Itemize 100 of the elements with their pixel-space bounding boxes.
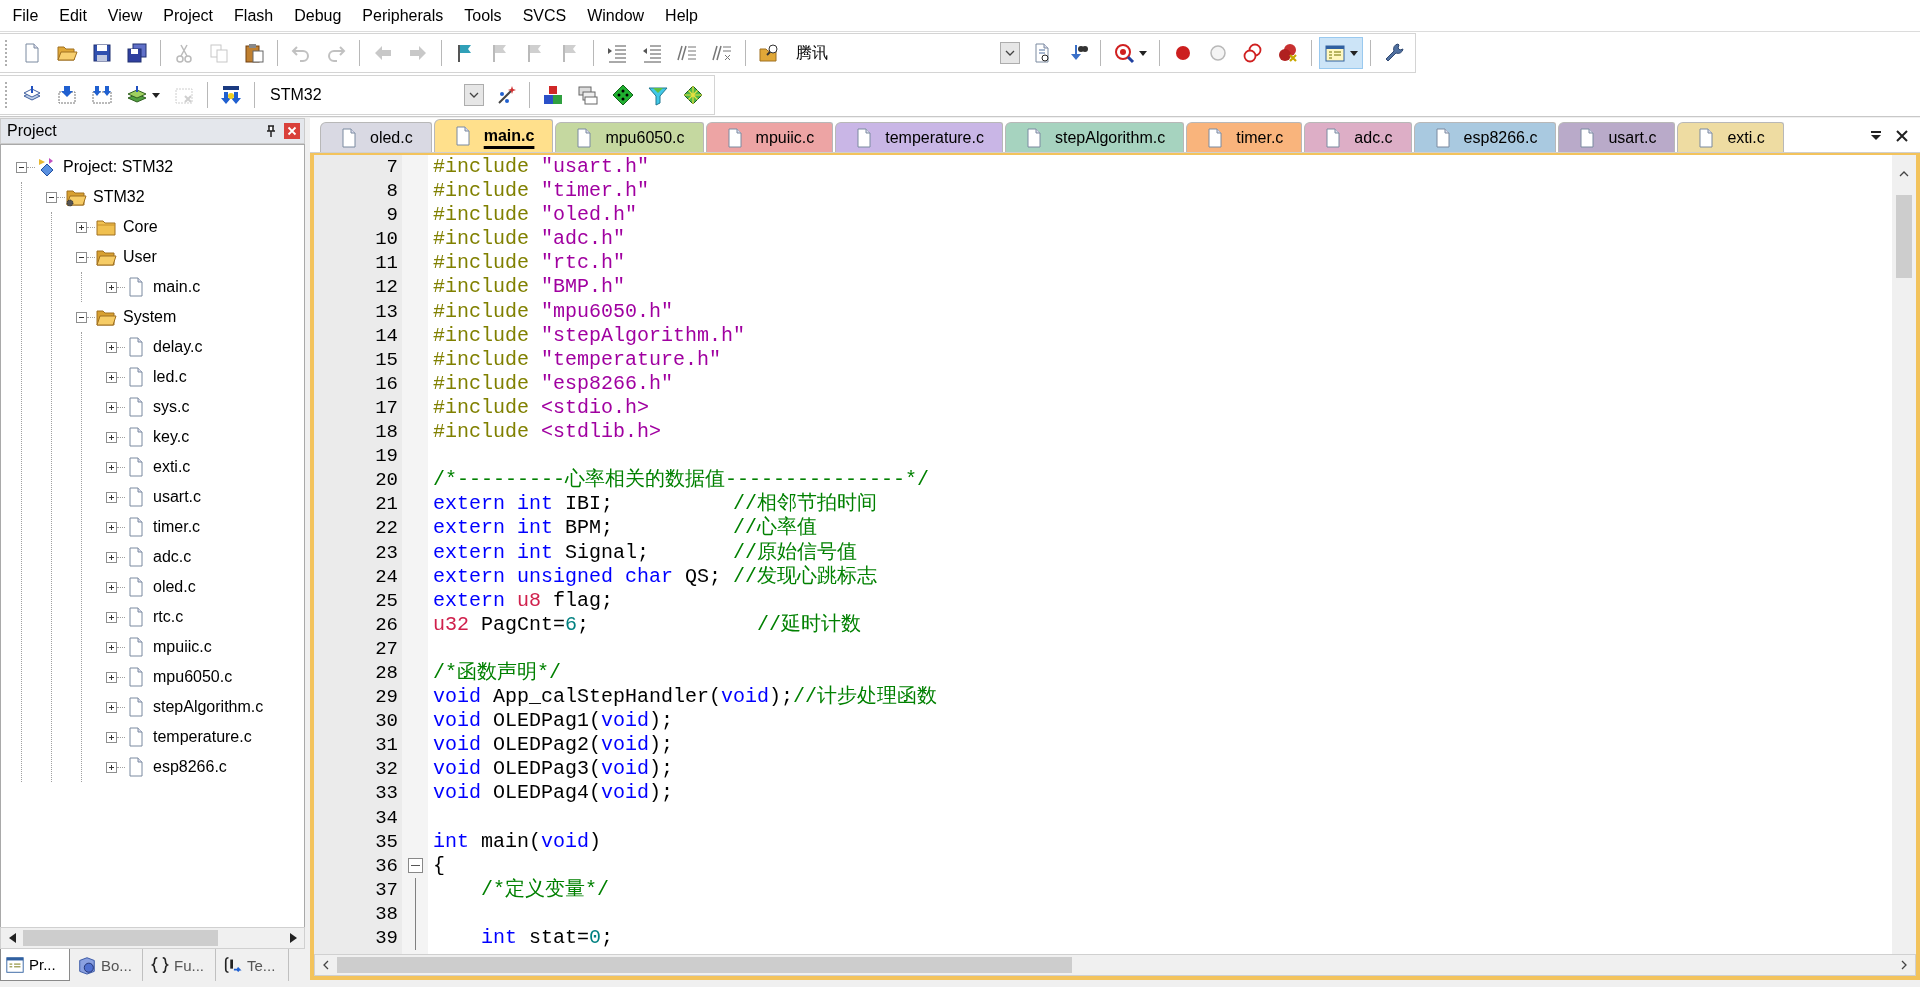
file-icon — [1433, 127, 1452, 148]
line-number: 14 — [374, 323, 399, 348]
panel-tab[interactable]: Te... — [219, 949, 289, 981]
tree-item[interactable]: esp8266.c — [153, 758, 227, 776]
tab-list-icon[interactable] — [1870, 131, 1882, 141]
right-arrow-icon[interactable] — [289, 933, 297, 943]
collapse-toggle[interactable] — [76, 311, 87, 323]
tree-item[interactable]: delay.c — [153, 338, 203, 356]
code-line: extern u8 flag; — [433, 588, 614, 613]
tree-item[interactable]: System — [123, 308, 177, 326]
file-icon — [1578, 127, 1597, 148]
menu-item[interactable]: Project — [152, 4, 224, 27]
expand-toggle[interactable] — [106, 521, 117, 533]
collapse-toggle[interactable] — [16, 161, 27, 173]
editor-tab[interactable]: usart.c — [1558, 122, 1676, 152]
panel-tab[interactable]: Bo... — [73, 949, 143, 981]
editor-tab[interactable]: temperature.c — [835, 122, 1003, 152]
editor-tab[interactable]: main.c — [433, 119, 554, 152]
menu-item[interactable]: Edit — [48, 4, 98, 27]
tree-item[interactable]: main.c — [153, 278, 201, 296]
collapse-toggle[interactable] — [76, 251, 87, 263]
tree-item[interactable]: Core — [123, 218, 158, 236]
expand-toggle[interactable] — [106, 281, 117, 293]
file-icon — [575, 127, 594, 148]
code-line: void App_calStepHandler(void);//计步处理函数 — [433, 685, 938, 710]
menu-item[interactable]: SVCS — [512, 4, 577, 27]
editor-tab[interactable]: mpu6050.c — [555, 122, 704, 152]
expand-toggle[interactable] — [106, 551, 117, 563]
editor-tab[interactable]: adc.c — [1304, 122, 1412, 152]
tree-item[interactable]: oled.c — [153, 578, 196, 596]
stacked-windows-icon — [576, 84, 599, 106]
window-layout-button[interactable] — [1318, 37, 1363, 69]
menu-item[interactable]: View — [97, 4, 153, 27]
expand-toggle[interactable] — [106, 491, 117, 503]
line-number: 8 — [385, 179, 399, 204]
close-icon[interactable] — [1896, 130, 1908, 142]
menu-item[interactable]: Window — [576, 4, 655, 27]
expand-toggle[interactable] — [76, 221, 87, 233]
expand-toggle[interactable] — [106, 431, 117, 443]
editor-tab[interactable]: mpuiic.c — [705, 122, 834, 152]
panel-tab[interactable]: Pr... — [0, 949, 70, 981]
menu-item[interactable]: Peripherals — [351, 4, 454, 27]
collapse-toggle[interactable] — [46, 191, 57, 203]
expand-toggle[interactable] — [106, 701, 117, 713]
vertical-scrollbar[interactable] — [1892, 155, 1916, 954]
tree-item[interactable]: mpu6050.c — [153, 668, 233, 686]
tree-item[interactable]: exti.c — [153, 458, 191, 476]
tree-item[interactable]: sys.c — [153, 398, 190, 416]
editor-tab[interactable]: timer.c — [1186, 122, 1303, 152]
editor-tab[interactable]: stepAlgorithm.c — [1004, 122, 1185, 152]
tree-item[interactable]: temperature.c — [153, 728, 252, 746]
expand-toggle[interactable] — [106, 731, 117, 743]
expand-toggle[interactable] — [106, 461, 117, 473]
editor-tab[interactable]: esp8266.c — [1413, 122, 1557, 152]
panel-tab[interactable]: Fu... — [146, 949, 216, 981]
window-icon — [1323, 42, 1346, 64]
collapse-toggle[interactable] — [407, 858, 423, 874]
menu-item[interactable]: File — [2, 4, 49, 27]
line-number: 16 — [374, 371, 399, 396]
funnel-icon — [646, 84, 669, 106]
expand-toggle[interactable] — [106, 671, 117, 683]
editor-tab[interactable]: oled.c — [320, 122, 432, 152]
expand-toggle[interactable] — [106, 371, 117, 383]
menu-item[interactable]: Flash — [223, 4, 284, 27]
scrollbar-thumb[interactable] — [23, 930, 218, 946]
tree-item[interactable]: usart.c — [153, 488, 201, 506]
floppy-disks-icon — [125, 42, 148, 64]
expand-toggle[interactable] — [106, 341, 117, 353]
tree-item[interactable]: timer.c — [153, 518, 201, 536]
expand-toggle[interactable] — [106, 761, 117, 773]
line-number: 39 — [374, 926, 399, 951]
file-icon — [1324, 127, 1343, 148]
scrollbar-thumb[interactable] — [1896, 195, 1912, 278]
expand-toggle[interactable] — [106, 401, 117, 413]
expand-toggle[interactable] — [106, 611, 117, 623]
left-arrow-icon[interactable] — [8, 933, 16, 943]
tree-item[interactable]: key.c — [153, 428, 190, 446]
tree-item[interactable]: STM32 — [93, 188, 145, 206]
combo-box[interactable]: 腾讯 — [790, 40, 1020, 66]
circles-x-icon — [1276, 42, 1299, 64]
code-line: #include "rtc.h" — [433, 251, 626, 276]
menu-item[interactable]: Debug — [283, 4, 352, 27]
scrollbar-thumb[interactable] — [337, 957, 1072, 973]
menu-item[interactable]: Help — [654, 4, 709, 27]
tree-item[interactable]: User — [123, 248, 157, 266]
expand-toggle[interactable] — [106, 581, 117, 593]
horizontal-scrollbar[interactable] — [314, 954, 1916, 976]
tree-item[interactable]: mpuiic.c — [153, 638, 212, 656]
pin-icon[interactable] — [266, 125, 276, 137]
combo-box[interactable]: STM32 — [264, 82, 484, 108]
menu-item[interactable]: Tools — [453, 4, 513, 27]
horizontal-scrollbar[interactable] — [0, 927, 305, 949]
tree-item[interactable]: stepAlgorithm.c — [153, 698, 264, 716]
tree-item[interactable]: Project: STM32 — [63, 158, 174, 176]
editor-tab[interactable]: exti.c — [1677, 122, 1784, 152]
tree-item[interactable]: led.c — [153, 368, 187, 386]
tree-item[interactable]: rtc.c — [153, 608, 184, 626]
expand-toggle[interactable] — [106, 641, 117, 653]
line-number: 25 — [374, 588, 399, 613]
tree-item[interactable]: adc.c — [153, 548, 192, 566]
